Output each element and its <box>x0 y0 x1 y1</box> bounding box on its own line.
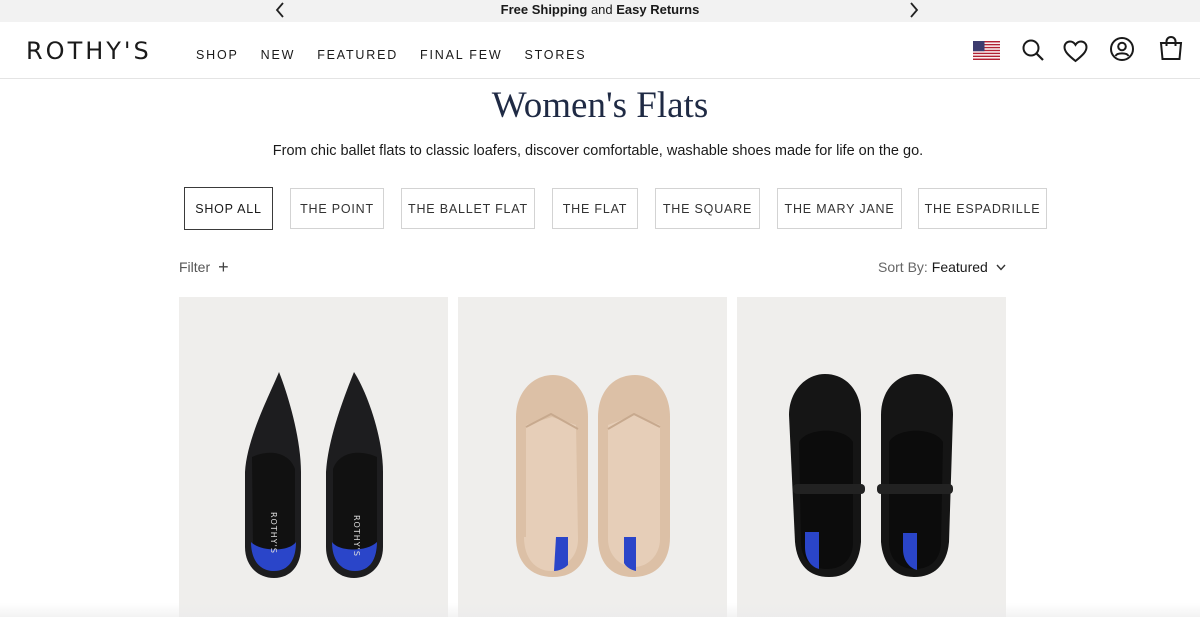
product-image-mary-jane <box>789 374 953 577</box>
nav-shop[interactable]: SHOP <box>196 48 239 62</box>
account-icon <box>1110 37 1134 61</box>
brand-logo[interactable]: ROTHY'S <box>26 37 152 65</box>
page-subtitle: From chic ballet flats to classic loafer… <box>272 143 924 159</box>
heart-icon <box>1062 39 1088 62</box>
sort-value: Featured <box>931 259 988 275</box>
product-card[interactable]: ROTHY'S ROTHY'S <box>179 297 448 617</box>
announcement-part2: and <box>590 2 613 17</box>
announcement-bar: Free Shipping and Easy Returns <box>0 0 1200 22</box>
announcement-part3: Easy Returns <box>616 2 700 17</box>
plus-icon: + <box>218 257 229 277</box>
account-button[interactable] <box>1108 35 1136 63</box>
search-icon <box>1022 39 1044 61</box>
filter-label: Filter <box>179 259 211 275</box>
category-the-square[interactable]: THE SQUARE <box>655 188 760 229</box>
product-image-ballet-flat <box>516 375 670 577</box>
nav-new[interactable]: NEW <box>261 48 296 62</box>
bag-icon <box>1159 35 1183 60</box>
product-card[interactable] <box>458 297 727 617</box>
wishlist-button[interactable] <box>1061 37 1089 65</box>
chevron-down-icon <box>996 264 1006 271</box>
category-the-espadrille[interactable]: THE ESPADRILLE <box>918 188 1047 229</box>
search-button[interactable] <box>1019 36 1047 64</box>
announcement-part1: Free Shipping <box>500 2 588 17</box>
page-title: Women's Flats <box>491 85 709 126</box>
nav-final-few[interactable]: FINAL FEW <box>420 48 502 62</box>
cart-button[interactable] <box>1157 34 1185 62</box>
chevron-right-icon <box>910 2 919 18</box>
category-the-point[interactable]: THE POINT <box>290 188 384 229</box>
category-the-ballet-flat[interactable]: THE BALLET FLAT <box>401 188 535 229</box>
product-image-pointed-flat: ROTHY'S ROTHY'S <box>245 372 383 578</box>
product-card[interactable] <box>737 297 1006 617</box>
main-nav: SHOP NEW FEATURED FINAL FEW STORES <box>196 48 608 62</box>
category-the-flat[interactable]: THE FLAT <box>552 188 638 229</box>
insole-brand-text-left: ROTHY'S <box>269 512 278 554</box>
category-shop-all[interactable]: SHOP ALL <box>184 187 273 230</box>
nav-featured[interactable]: FEATURED <box>317 48 398 62</box>
sort-label: Sort By: <box>878 259 928 275</box>
filter-button[interactable]: Filter + <box>179 257 229 277</box>
nav-stores[interactable]: STORES <box>524 48 586 62</box>
sort-dropdown[interactable]: Sort By: Featured <box>878 259 1006 275</box>
category-the-mary-jane[interactable]: THE MARY JANE <box>777 188 902 229</box>
announcement-text[interactable]: Free Shipping and Easy Returns <box>0 2 1200 17</box>
announcement-next-button[interactable] <box>903 0 925 20</box>
site-header: ROTHY'S SHOP NEW FEATURED FINAL FEW STOR… <box>0 22 1200 79</box>
insole-brand-text-right: ROTHY'S <box>352 515 361 557</box>
us-flag-icon <box>972 40 1000 60</box>
country-selector[interactable] <box>972 36 1000 64</box>
